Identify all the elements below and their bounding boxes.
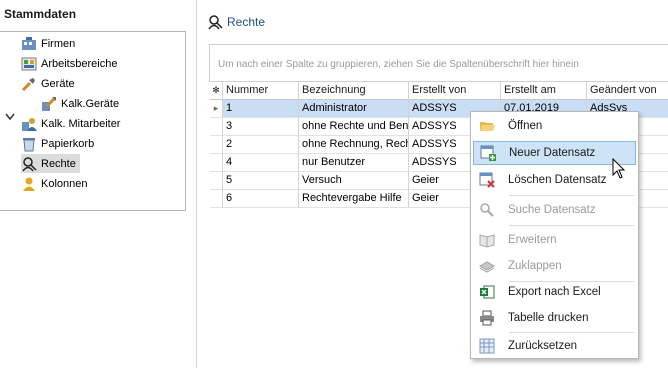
reset-icon bbox=[479, 338, 495, 354]
table-cell[interactable]: 3 bbox=[223, 118, 299, 136]
table-cell[interactable]: 6 bbox=[223, 190, 299, 208]
rights-icon bbox=[207, 14, 223, 30]
tree-item-kalk-geraete[interactable]: Kalk.Geräte bbox=[41, 94, 119, 113]
tree-item-arbeitsbereiche[interactable]: Arbeitsbereiche bbox=[21, 54, 117, 73]
tree-item-label: Rechte bbox=[41, 157, 76, 170]
company-icon bbox=[21, 36, 37, 52]
row-indicator bbox=[210, 154, 223, 172]
collapse-icon bbox=[478, 258, 496, 274]
menu-item-label: Suche Datensatz bbox=[508, 204, 596, 216]
menu-item-label: Neuer Datensatz bbox=[509, 147, 596, 159]
tree-item-label: Firmen bbox=[41, 37, 76, 50]
row-indicator-header[interactable]: ✻ bbox=[210, 82, 223, 100]
table-cell[interactable]: ohne Rechte und Benutzer bbox=[299, 118, 409, 136]
row-indicator: ▸ bbox=[210, 100, 223, 118]
table-cell[interactable]: ohne Rechnung, Rechte bbox=[299, 136, 409, 154]
menu-separator bbox=[509, 332, 634, 333]
tree-item-kolonnen[interactable]: Kolonnen bbox=[21, 174, 88, 193]
menu-item-label: Erweitern bbox=[508, 234, 557, 246]
table-cell[interactable]: Administrator bbox=[299, 100, 409, 118]
menu-item-label: Tabelle drucken bbox=[508, 312, 589, 324]
tree-item-rechte[interactable]: Rechte bbox=[21, 154, 80, 173]
search-icon bbox=[479, 202, 495, 218]
table-cell[interactable]: nur Benutzer bbox=[299, 154, 409, 172]
expand-icon bbox=[479, 232, 495, 248]
tree-item-papierkorb[interactable]: Papierkorb bbox=[21, 134, 94, 153]
menu-item-suche-datensatz[interactable]: Suche Datensatz bbox=[473, 198, 636, 222]
menu-item-erweitern[interactable]: Erweitern bbox=[473, 228, 636, 252]
table-cell[interactable]: Versuch bbox=[299, 172, 409, 190]
row-indicator bbox=[210, 136, 223, 154]
tree-item-geraete[interactable]: Geräte bbox=[21, 74, 75, 93]
column-header[interactable]: Erstellt von bbox=[409, 82, 501, 100]
context-menu: Öffnen Neuer Datensatz Löschen Datensatz… bbox=[470, 111, 639, 359]
table-cell[interactable]: 2 bbox=[223, 136, 299, 154]
tree-item-label: Kalk.Geräte bbox=[61, 97, 120, 110]
tree-item-label: Geräte bbox=[41, 77, 75, 90]
excel-icon bbox=[479, 284, 495, 300]
grid-header: ✻ Nummer Bezeichnung Erstellt von Erstel… bbox=[210, 82, 668, 100]
table-cell[interactable]: 1 bbox=[223, 100, 299, 118]
tree-item-label: Arbeitsbereiche bbox=[41, 57, 118, 70]
column-header[interactable]: Erstellt am bbox=[501, 82, 587, 100]
chevron-down-icon[interactable] bbox=[5, 111, 15, 121]
menu-item-label: Löschen Datensatz bbox=[508, 174, 607, 186]
menu-item-label: Export nach Excel bbox=[508, 286, 601, 298]
menu-item-zuklappen[interactable]: Zuklappen bbox=[473, 254, 636, 278]
menu-item-export-nach-excel[interactable]: Export nach Excel bbox=[473, 280, 636, 304]
tree-item-kalk-mitarbeiter[interactable]: Kalk. Mitarbeiter bbox=[21, 114, 120, 133]
mouse-pointer-icon bbox=[612, 157, 626, 180]
folder-open-icon bbox=[479, 118, 495, 134]
delete-record-icon bbox=[479, 172, 495, 188]
table-cell[interactable]: 5 bbox=[223, 172, 299, 190]
panel-title: Stammdaten bbox=[4, 7, 77, 21]
table-cell[interactable]: 4 bbox=[223, 154, 299, 172]
calc-device-icon bbox=[41, 96, 57, 112]
column-header[interactable]: Bezeichnung bbox=[299, 82, 409, 100]
page-title-text: Rechte bbox=[227, 15, 266, 29]
navigation-tree: Firmen Arbeitsbereiche Geräte Kalk.Gerät… bbox=[0, 31, 186, 211]
menu-item-label: Öffnen bbox=[508, 120, 543, 132]
table-cell[interactable]: Rechtevergabe Hilfe bbox=[299, 190, 409, 208]
row-indicator bbox=[210, 190, 223, 208]
tree-item-label: Kolonnen bbox=[41, 177, 88, 190]
menu-item-oeffnen[interactable]: Öffnen bbox=[473, 114, 636, 138]
menu-item-zuruecksetzen[interactable]: Zurücksetzen bbox=[473, 334, 636, 358]
menu-item-label: Zuklappen bbox=[508, 260, 562, 272]
column-header[interactable]: Nummer bbox=[223, 82, 299, 100]
tree-item-firmen[interactable]: Firmen bbox=[21, 34, 75, 53]
column-group-icon bbox=[21, 176, 37, 192]
workspace-icon bbox=[21, 56, 37, 72]
group-by-panel[interactable]: Um nach einer Spalte zu gruppieren, zieh… bbox=[209, 44, 668, 82]
printer-icon bbox=[479, 310, 495, 326]
trash-icon bbox=[21, 136, 37, 152]
new-record-icon bbox=[480, 145, 496, 161]
navigation-panel: Stammdaten Firmen Arbeitsbereiche Geräte… bbox=[0, 0, 190, 368]
rights-icon bbox=[21, 156, 37, 172]
group-hint: Um nach einer Spalte zu gruppieren, zieh… bbox=[218, 59, 579, 70]
row-indicator bbox=[210, 172, 223, 190]
menu-separator bbox=[509, 225, 634, 226]
menu-item-label: Zurücksetzen bbox=[508, 340, 578, 352]
tools-icon bbox=[21, 76, 37, 92]
page-title: Rechte bbox=[207, 14, 265, 30]
tree-item-label: Papierkorb bbox=[41, 137, 95, 150]
menu-item-tabelle-drucken[interactable]: Tabelle drucken bbox=[473, 306, 636, 330]
tree-item-label: Kalk. Mitarbeiter bbox=[41, 117, 121, 130]
row-indicator bbox=[210, 118, 223, 136]
menu-separator bbox=[509, 195, 634, 196]
calc-employee-icon bbox=[21, 116, 37, 132]
column-header[interactable]: Geändert von bbox=[587, 82, 668, 100]
